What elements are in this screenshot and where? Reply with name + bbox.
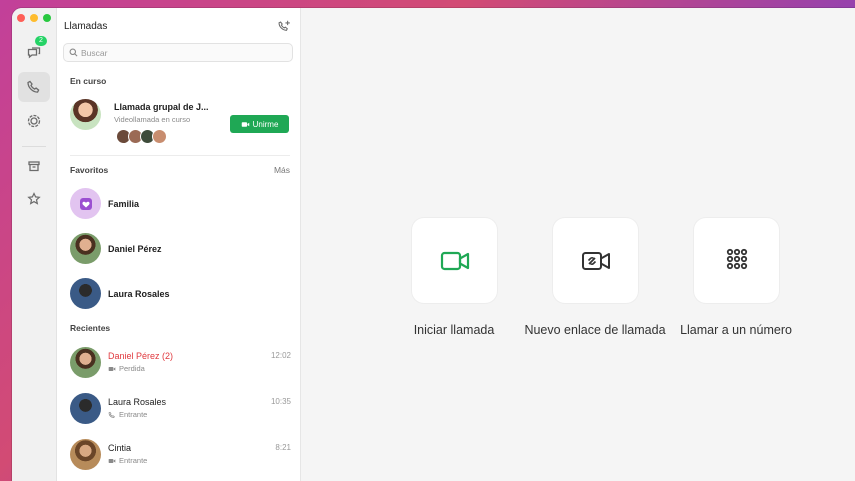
new-call-link-button[interactable]	[553, 218, 638, 303]
search-icon	[69, 48, 78, 57]
ongoing-call-avatar	[70, 99, 101, 130]
status-icon	[27, 114, 41, 128]
recent-avatar	[70, 439, 101, 470]
minimize-window-button[interactable]	[30, 14, 38, 22]
ongoing-section-label: En curso	[70, 76, 107, 86]
laura-avatar	[70, 278, 101, 309]
video-camera-icon	[440, 251, 469, 270]
participant-avatar	[152, 129, 167, 144]
rail-status-button[interactable]	[18, 106, 50, 136]
ongoing-call-name: Llamada grupal de J...	[114, 102, 209, 112]
recent-call-time: 10:35	[270, 397, 291, 406]
rail-chats-button[interactable]: 2	[18, 36, 50, 68]
chats-unread-badge: 2	[35, 36, 47, 46]
phone-icon	[108, 411, 115, 418]
maximize-window-button[interactable]	[43, 14, 51, 22]
recent-call-status: Entrante	[108, 410, 147, 419]
video-camera-icon	[108, 366, 116, 371]
new-call-icon[interactable]	[278, 19, 292, 33]
rail-separator	[22, 146, 46, 147]
icon-rail: 2	[12, 8, 57, 481]
dial-number-label: Llamar a un número	[680, 323, 792, 337]
join-call-button[interactable]: Unirme	[230, 115, 289, 133]
app-window: 2 Llamadas Buscar En curso Llamada grupa…	[12, 8, 855, 481]
phone-icon	[27, 80, 40, 93]
start-call-button[interactable]	[412, 218, 497, 303]
rail-calls-button[interactable]	[18, 72, 50, 102]
dialpad-icon	[726, 248, 747, 269]
chats-icon	[27, 47, 41, 59]
rail-starred-button[interactable]	[18, 184, 50, 214]
favorite-name: Familia	[108, 199, 140, 209]
dial-number-button[interactable]	[694, 218, 779, 303]
video-camera-icon	[241, 121, 249, 127]
group-avatar	[70, 188, 101, 219]
daniel-avatar	[70, 233, 101, 264]
main-area: Iniciar llamada Nuevo enlace de llamada	[301, 8, 855, 481]
recent-call-name: Cintia	[108, 443, 132, 453]
recent-avatar	[70, 347, 101, 378]
favorite-name: Daniel Pérez	[108, 244, 162, 254]
participants-avatars	[116, 129, 167, 144]
new-call-link-label: Nuevo enlace de llamada	[524, 323, 666, 337]
search-input[interactable]	[81, 47, 281, 58]
recent-call-status: Entrante	[108, 456, 147, 465]
recent-call-time: 8:21	[275, 443, 291, 452]
panel-title: Llamadas	[64, 21, 108, 32]
ongoing-call-subtitle: Videollamada en curso	[114, 115, 191, 124]
heart-group-icon	[79, 197, 92, 210]
recent-call-name: Laura Rosales	[108, 397, 167, 407]
rail-archive-button[interactable]	[18, 151, 50, 181]
recent-avatar	[70, 393, 101, 424]
recent-call-name: Daniel Pérez (2)	[108, 351, 174, 361]
search-box[interactable]	[63, 43, 293, 62]
join-call-label: Unirme	[252, 119, 279, 129]
star-icon	[27, 192, 41, 205]
section-divider	[70, 155, 290, 156]
recents-section-label: Recientes	[70, 323, 111, 333]
favorites-more-link[interactable]: Más	[274, 165, 290, 175]
close-window-button[interactable]	[17, 14, 25, 22]
start-call-label: Iniciar llamada	[413, 323, 495, 337]
recent-call-time: 12:02	[270, 351, 291, 360]
recent-call-status: Perdida	[108, 364, 145, 373]
video-camera-icon	[108, 458, 116, 463]
favorites-section-label: Favoritos	[70, 165, 109, 175]
calls-panel: Llamadas En curso Llamada grupal de J...…	[57, 8, 301, 481]
favorite-name: Laura Rosales	[108, 289, 170, 299]
archive-icon	[28, 161, 40, 172]
window-controls	[17, 14, 51, 22]
video-link-icon	[581, 251, 610, 270]
